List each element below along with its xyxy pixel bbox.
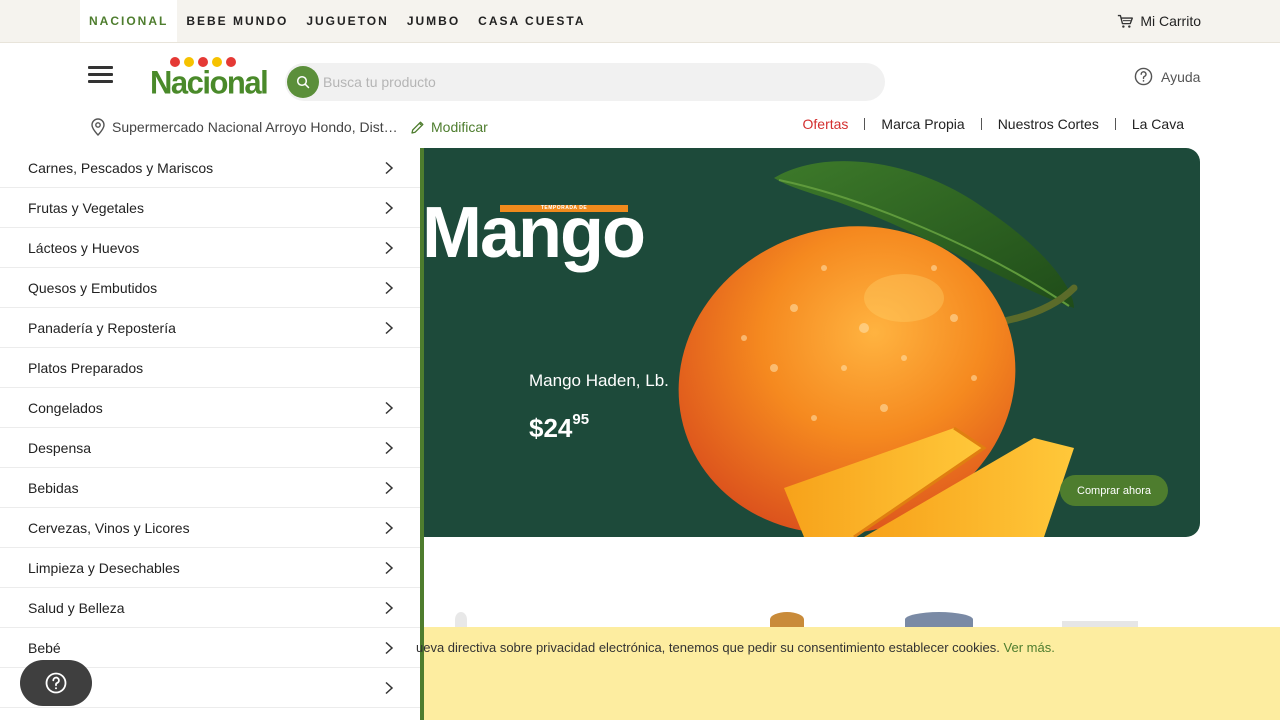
chevron-right-icon — [385, 521, 394, 535]
modify-location-button[interactable]: Modificar — [410, 119, 488, 135]
category-item[interactable]: Despensa — [0, 428, 420, 468]
search-icon — [296, 75, 310, 89]
brand-tab-bebe-mundo[interactable]: BEBE MUNDO — [177, 0, 297, 42]
buy-now-button[interactable]: Comprar ahora — [1060, 475, 1168, 506]
location-pin-icon — [91, 118, 105, 136]
chevron-right-icon — [385, 401, 394, 415]
quick-link-ofertas[interactable]: Ofertas — [787, 117, 865, 131]
category-label: Platos Preparados — [28, 359, 144, 376]
pencil-icon — [411, 121, 424, 134]
category-label: Carnes, Pescados y Mariscos — [28, 159, 214, 176]
price-main: $24 — [529, 413, 573, 443]
category-label: Lácteos y Huevos — [28, 239, 140, 256]
price-cents: 95 — [572, 411, 590, 428]
product-thumbnail — [770, 612, 804, 627]
cart-icon — [1118, 14, 1134, 28]
quick-link-nuestros-cortes[interactable]: Nuestros Cortes — [980, 117, 1115, 131]
category-label: Cervezas, Vinos y Licores — [28, 519, 190, 536]
category-label: Frutas y Vegetales — [28, 199, 144, 216]
category-label: Salud y Belleza — [28, 599, 125, 616]
chevron-right-icon — [385, 601, 394, 615]
modify-label: Modificar — [431, 119, 488, 135]
category-label: Bebé — [28, 639, 61, 656]
cookie-more-link[interactable]: Ver más. — [1004, 640, 1055, 655]
category-item[interactable]: Lácteos y Huevos — [0, 228, 420, 268]
search-input[interactable] — [323, 63, 863, 101]
help-label: Ayuda — [1161, 68, 1201, 85]
category-item[interactable]: Carnes, Pescados y Mariscos — [0, 148, 420, 188]
category-item[interactable]: Quesos y Embutidos — [0, 268, 420, 308]
quick-links: Ofertas Marca Propia Nuestros Cortes La Cav… — [787, 117, 1184, 131]
category-item[interactable]: Salud y Belleza — [0, 588, 420, 628]
hamburger-menu-button[interactable] — [88, 66, 113, 88]
product-name: Mango Haden, Lb. — [529, 371, 669, 390]
brand-tab-jumbo[interactable]: JUMBO — [398, 0, 469, 42]
category-label: Panadería y Repostería — [28, 319, 176, 336]
product-thumbnail — [455, 612, 467, 627]
store-name: Supermercado Nacional Arroyo Hondo, Dist… — [112, 119, 402, 135]
chevron-right-icon — [385, 281, 394, 295]
category-item[interactable]: Bebidas — [0, 468, 420, 508]
category-label: Congelados — [28, 399, 103, 416]
help-icon — [45, 672, 67, 694]
product-thumbnail — [905, 612, 973, 627]
hero-banner[interactable]: TEMPORADA DE Mango Mango Haden, Lb. $249… — [424, 148, 1200, 537]
brand-tab-nacional[interactable]: NACIONAL — [80, 0, 178, 42]
product-price: $2495 — [529, 411, 590, 444]
help-link[interactable]: Ayuda — [1134, 67, 1200, 86]
chevron-right-icon — [385, 321, 394, 335]
chevron-right-icon — [385, 161, 394, 175]
chevron-right-icon — [385, 441, 394, 455]
chevron-right-icon — [385, 681, 394, 695]
question-circle-icon — [1134, 67, 1153, 86]
quick-link-la-cava[interactable]: La Cava — [1114, 117, 1184, 131]
logo-text: Nacional — [150, 64, 269, 101]
category-sidebar: Carnes, Pescados y Mariscos Frutas y Vege… — [0, 148, 424, 720]
brand-tab-jugueton[interactable]: JUGUETON — [297, 0, 397, 42]
category-item[interactable]: Limpieza y Desechables — [0, 548, 420, 588]
chevron-right-icon — [385, 201, 394, 215]
chevron-right-icon — [385, 641, 394, 655]
cookie-text: ueva directiva sobre privacidad electrón… — [416, 640, 1000, 655]
chevron-right-icon — [385, 481, 394, 495]
category-label: Bebidas — [28, 479, 79, 496]
store-brand-bar: NACIONAL BEBE MUNDO JUGUETON JUMBO CASA CUES… — [0, 0, 1280, 43]
cookie-message: ueva directiva sobre privacidad electrón… — [416, 640, 1055, 655]
search-bar — [285, 63, 885, 101]
cart-link[interactable]: Mi Carrito — [1117, 0, 1201, 42]
category-item[interactable]: Frutas y Vegetales — [0, 188, 420, 228]
chevron-right-icon — [385, 561, 394, 575]
brand-tab-casa-cuesta[interactable]: CASA CUESTA — [469, 0, 594, 42]
category-item[interactable]: Congelados — [0, 388, 420, 428]
category-item[interactable]: Panadería y Repostería — [0, 308, 420, 348]
nacional-logo[interactable]: Nacional — [150, 57, 269, 101]
category-label: Quesos y Embutidos — [28, 279, 158, 296]
category-label: Despensa — [28, 439, 92, 456]
banner-title: Mango — [424, 193, 646, 273]
search-button[interactable] — [287, 66, 319, 98]
chevron-right-icon — [385, 241, 394, 255]
help-chat-button[interactable] — [20, 660, 92, 706]
category-item[interactable]: Platos Preparados — [0, 348, 420, 388]
category-label: Limpieza y Desechables — [28, 559, 180, 576]
cart-label: Mi Carrito — [1140, 13, 1201, 29]
cookie-banner: ueva directiva sobre privacidad electrón… — [416, 627, 1280, 720]
store-location: Supermercado Nacional Arroyo Hondo, Dist… — [90, 118, 488, 136]
quick-link-marca-propia[interactable]: Marca Propia — [864, 117, 980, 131]
brand-tabs: NACIONAL BEBE MUNDO JUGUETON JUMBO CASA CUES… — [80, 0, 595, 42]
mango-illustration — [678, 161, 1078, 537]
category-item[interactable]: Cervezas, Vinos y Licores — [0, 508, 420, 548]
